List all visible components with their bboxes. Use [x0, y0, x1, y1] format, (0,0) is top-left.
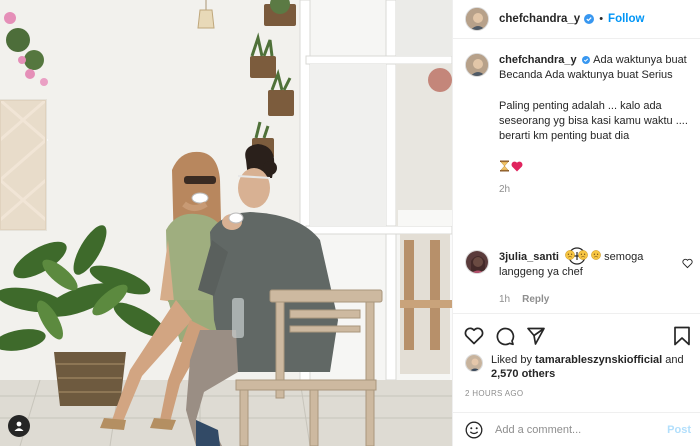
author-avatar-image: [466, 8, 488, 30]
like-button[interactable]: [463, 325, 485, 347]
post-image: [0, 0, 452, 446]
disappointed-face-emoji: [565, 250, 575, 260]
caption-author-avatar[interactable]: [465, 53, 489, 77]
author-username[interactable]: chefchandra_y: [499, 13, 580, 25]
paper-plane-icon: [527, 327, 545, 345]
comment-body: 3julia_santi semoga langgeng ya chef 1h …: [499, 250, 675, 307]
verified-badge-icon: [584, 14, 595, 24]
smiley-icon[interactable]: [465, 421, 483, 439]
likes-others-link[interactable]: 2,570 others: [491, 368, 555, 380]
comment-time[interactable]: 1h: [499, 292, 510, 307]
liker-username[interactable]: tamarableszynskiofficial: [535, 354, 662, 366]
commenter-avatar-image: [466, 251, 488, 273]
caption-verified-badge-icon: [581, 56, 590, 64]
comment-bubble-icon: [496, 327, 515, 345]
caption-text: chefchandra_y Ada waktunya buat Becanda …: [499, 53, 688, 197]
likes-conjunction: and: [665, 354, 684, 366]
comment-meta: 1h Reply: [499, 292, 675, 307]
caption-line: Ada waktunya buat: [593, 54, 687, 66]
likes-text: Liked by tamarableszynskiofficial and 2,…: [491, 353, 684, 381]
share-button[interactable]: [525, 325, 547, 347]
header-separator: •: [599, 13, 604, 25]
comment-button[interactable]: [494, 325, 516, 347]
post-comment-button[interactable]: Post: [667, 424, 691, 436]
add-comment-bar: Post: [453, 412, 700, 446]
caption-line: berarti km penting buat dia: [499, 130, 630, 142]
caption: chefchandra_y Ada waktunya buat Becanda …: [465, 53, 688, 197]
commenter-username[interactable]: 3julia_santi: [499, 251, 559, 263]
comment-item: 3julia_santi semoga langgeng ya chef 1h …: [465, 250, 693, 307]
caption-time[interactable]: 2h: [499, 182, 688, 197]
follow-button[interactable]: Follow: [608, 13, 644, 25]
bookmark-icon: [674, 326, 690, 345]
save-button[interactable]: [671, 325, 693, 347]
caption-line: seseorang yg bisa kasi kamu waktu ....: [499, 115, 688, 127]
commenter-avatar[interactable]: [465, 250, 489, 274]
action-bar: [453, 313, 700, 357]
user-icon: [14, 421, 24, 431]
caption-author-username[interactable]: chefchandra_y: [499, 54, 577, 66]
caption-paragraph: Paling penting adalah ... kalo ada seseo…: [499, 99, 688, 144]
likes-summary: Liked by tamarableszynskiofficial and 2,…: [465, 353, 695, 381]
comment-emojis: [562, 250, 604, 263]
liker-avatar-image: [466, 355, 482, 371]
heart-emoji: [511, 161, 523, 171]
post-header: chefchandra_y • Follow: [453, 0, 700, 39]
caption-line: Becanda Ada waktunya buat Serius: [499, 69, 673, 81]
disappointed-face-emoji: [591, 250, 601, 260]
comment-like-heart-icon[interactable]: [682, 258, 693, 269]
heart-outline-icon: [464, 327, 484, 344]
post-side-panel: chefchandra_y • Follow chefchandra_y Ada…: [452, 0, 700, 446]
hourglass-emoji: [500, 160, 509, 172]
post-photo[interactable]: [0, 0, 452, 446]
comment-input[interactable]: [495, 423, 668, 436]
caption-avatar-image: [466, 54, 488, 76]
liker-avatar[interactable]: [465, 354, 483, 372]
tagged-users-button[interactable]: [8, 415, 30, 437]
caption-emojis: [499, 160, 688, 172]
posted-time[interactable]: 2 HOURS AGO: [465, 389, 523, 398]
author-avatar[interactable]: [465, 7, 489, 31]
caption-line: Paling penting adalah ... kalo ada: [499, 100, 662, 112]
likes-prefix: Liked by: [491, 354, 532, 366]
disappointed-face-emoji: [578, 250, 588, 260]
reply-button[interactable]: Reply: [522, 292, 549, 307]
